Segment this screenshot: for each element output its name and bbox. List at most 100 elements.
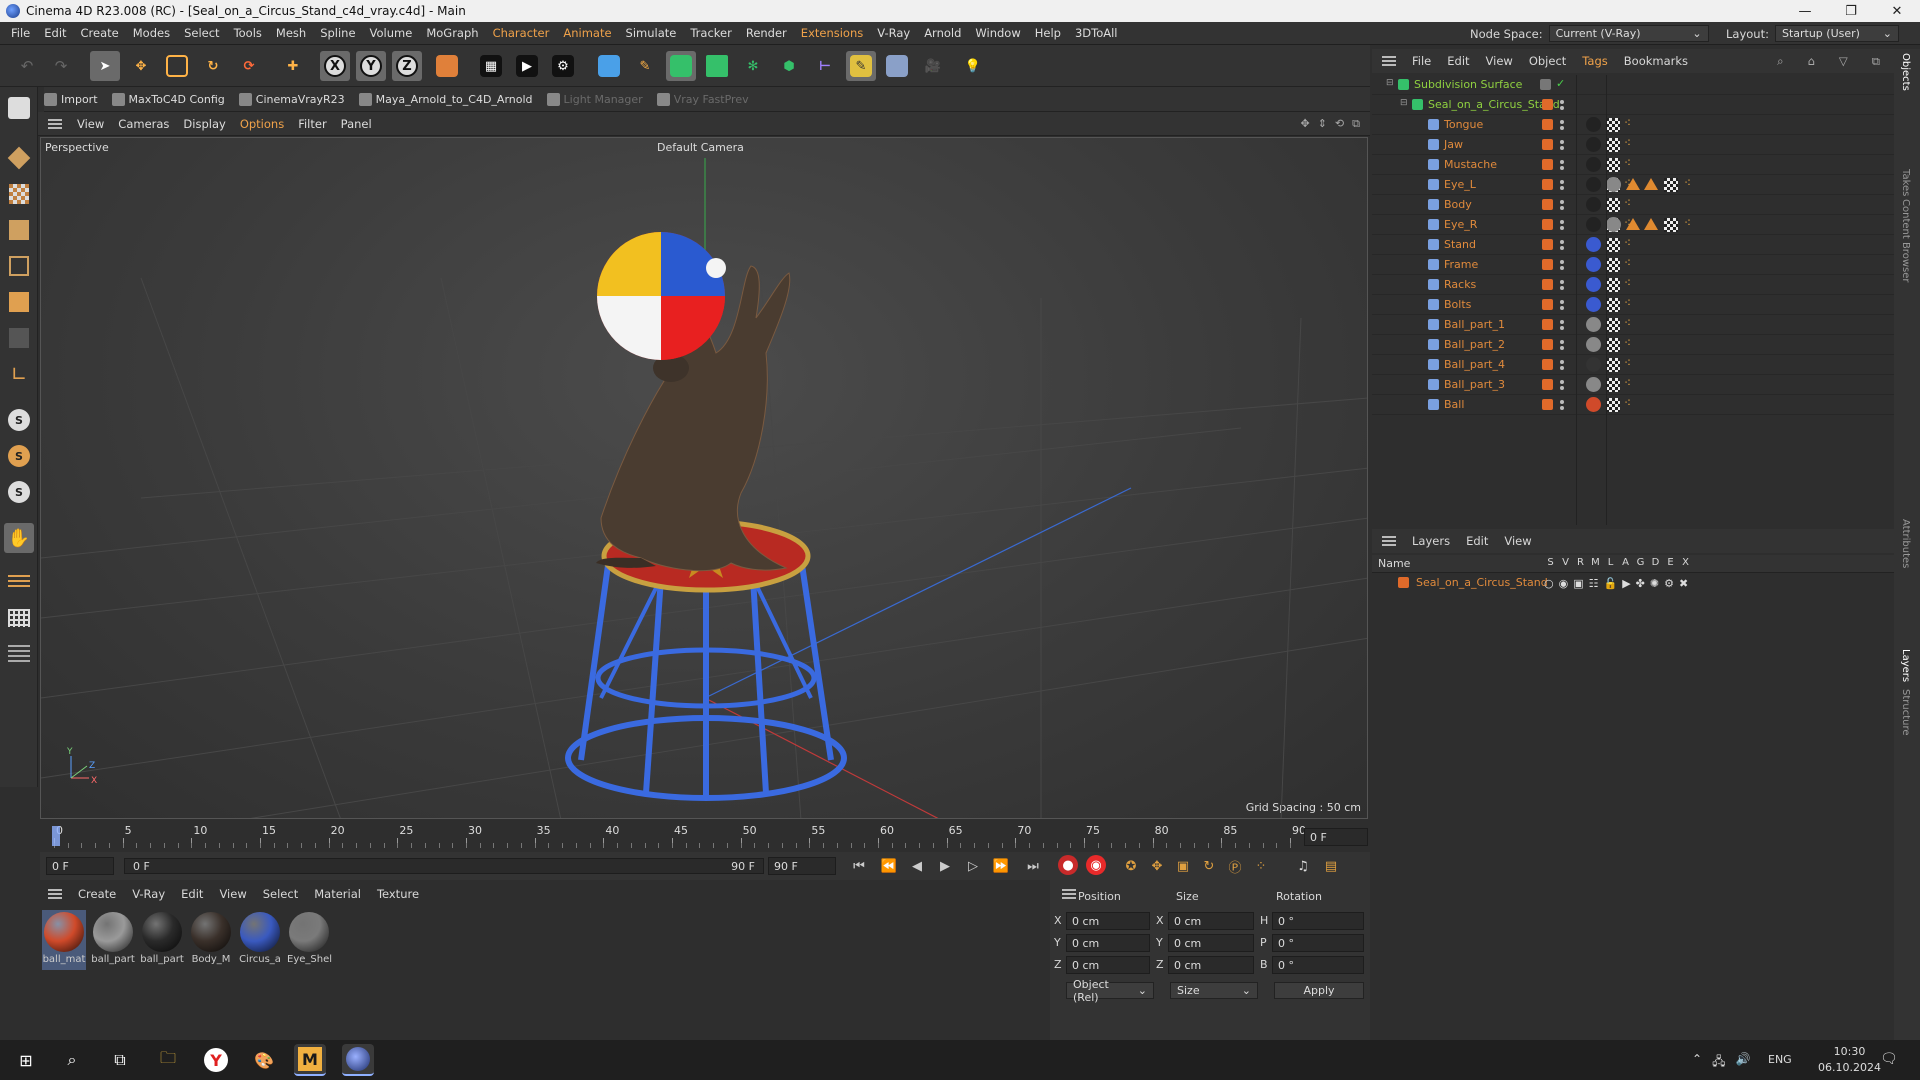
material-tag-icon[interactable] — [1586, 357, 1601, 372]
new-window-icon[interactable]: ⧉ — [1864, 54, 1888, 69]
object-row[interactable]: Stand ⁖ — [1372, 235, 1894, 255]
material-tag-icon[interactable] — [1586, 137, 1601, 152]
expand-toggle-icon[interactable]: ⊟ — [1386, 78, 1394, 88]
plugin-maya-arnold-to-c4d-arnold[interactable]: Maya_Arnold_to_C4D_Arnold — [358, 92, 533, 106]
orbit-icon[interactable]: ⟲ — [1335, 117, 1344, 131]
undo-icon[interactable]: ↶ — [12, 51, 42, 81]
viewport-menu-cameras[interactable]: Cameras — [111, 117, 176, 131]
editor-visibility-dot[interactable] — [1560, 200, 1564, 204]
layer-color-icon[interactable] — [1542, 279, 1553, 290]
z-axis-lock-icon[interactable]: Z — [392, 51, 422, 81]
editor-visibility-dot[interactable] — [1560, 220, 1564, 224]
phong-tag-icon[interactable]: ⁖ — [1624, 136, 1631, 150]
lock-workplane-icon[interactable] — [4, 639, 34, 669]
workplane-icon[interactable] — [4, 567, 34, 597]
phong-tag-icon[interactable]: ⁖ — [1624, 296, 1631, 310]
material-menu-view[interactable]: View — [211, 887, 254, 901]
generator-icon[interactable]: ✤ — [1636, 577, 1645, 590]
spline-pen-icon[interactable]: ✎ — [846, 51, 876, 81]
object-name[interactable]: Ball_part_4 — [1444, 358, 1505, 371]
next-frame-icon[interactable]: ▷ — [962, 855, 984, 877]
layer-color-icon[interactable] — [1542, 179, 1553, 190]
maya-icon[interactable]: M — [294, 1044, 326, 1076]
object-row[interactable]: Jaw ⁖ — [1372, 135, 1894, 155]
layer-column-header[interactable]: M — [1588, 557, 1603, 568]
object-name[interactable]: Tongue — [1444, 118, 1483, 131]
viewport-menu-icon[interactable] — [48, 118, 62, 129]
phong-tag-icon[interactable]: ⁖ — [1624, 336, 1631, 350]
layer-color-icon[interactable] — [1542, 299, 1553, 310]
key-param-icon[interactable]: Ⓟ — [1224, 855, 1246, 877]
render-settings-icon[interactable]: ⚙ — [548, 51, 578, 81]
manager-icon[interactable]: ☷ — [1589, 577, 1599, 590]
menu-file[interactable]: File — [4, 26, 37, 40]
pan-icon[interactable]: ✥ — [1300, 117, 1309, 131]
previous-frame-icon[interactable]: ◀ — [906, 855, 928, 877]
render-icon[interactable]: ▣ — [1573, 577, 1583, 590]
edges-mode-icon[interactable] — [4, 251, 34, 281]
node-space-selector[interactable]: Node Space: Current (V-Ray) ⌄ — [1470, 25, 1709, 42]
render-visibility-dot[interactable] — [1560, 346, 1564, 350]
viewport-menu-display[interactable]: Display — [176, 117, 232, 131]
render-visibility-dot[interactable] — [1560, 126, 1564, 130]
auto-keying-icon[interactable]: ◉ — [1086, 855, 1106, 875]
extrude-icon[interactable] — [702, 51, 732, 81]
uvw-tag-icon[interactable] — [1606, 398, 1620, 412]
side-tab-structure[interactable]: Structure — [1900, 689, 1911, 736]
material-swatch[interactable]: Circus_a — [238, 910, 282, 970]
uvw-tag-icon[interactable] — [1664, 218, 1678, 232]
editor-visibility-dot[interactable] — [1560, 180, 1564, 184]
object-name[interactable]: Eye_R — [1444, 218, 1477, 231]
side-tab-content-browser[interactable]: Content Browser — [1900, 199, 1911, 282]
object-name[interactable]: Body — [1444, 198, 1472, 211]
layer-column-header[interactable]: A — [1618, 557, 1633, 568]
plugin-import[interactable]: Import — [44, 92, 98, 106]
search-icon[interactable]: ⌕ — [56, 1044, 88, 1076]
rotate-tool-icon[interactable]: ↻ — [198, 51, 228, 81]
uvw-tag-icon[interactable] — [1606, 298, 1620, 312]
object-name[interactable]: Bolts — [1444, 298, 1471, 311]
menu-tools[interactable]: Tools — [227, 26, 269, 40]
render-view-icon[interactable]: ▶ — [512, 51, 542, 81]
object-menu-edit[interactable]: Edit — [1439, 54, 1477, 68]
solo-icon[interactable]: ○ — [1544, 577, 1554, 590]
menu-arnold[interactable]: Arnold — [917, 26, 968, 40]
timeline-ruler[interactable]: 051015202530354045505560657075808590 0 F — [40, 822, 1370, 852]
object-row[interactable]: Bolts ⁖ — [1372, 295, 1894, 315]
layer-menu-view[interactable]: View — [1496, 534, 1539, 548]
playhead[interactable] — [52, 826, 60, 846]
add-tool-icon[interactable]: ✚ — [278, 51, 308, 81]
key-rotation-icon[interactable]: ↻ — [1198, 855, 1220, 877]
layer-color-icon[interactable] — [1542, 159, 1553, 170]
selection-tag-icon[interactable] — [1644, 218, 1658, 230]
menu-modes[interactable]: Modes — [126, 26, 177, 40]
menu-edit[interactable]: Edit — [37, 26, 73, 40]
side-tab-takes[interactable]: Takes — [1900, 169, 1911, 196]
menu-spline[interactable]: Spline — [313, 26, 362, 40]
editor-visibility-dot[interactable] — [1560, 120, 1564, 124]
render-visibility-dot[interactable] — [1560, 246, 1564, 250]
layer-color-icon[interactable] — [1542, 399, 1553, 410]
render-visibility-dot[interactable] — [1560, 206, 1564, 210]
redo-icon[interactable]: ↷ — [46, 51, 76, 81]
object-name[interactable]: Ball_part_3 — [1444, 378, 1505, 391]
rotation-field[interactable]: 0 ° — [1272, 912, 1364, 930]
object-name[interactable]: Racks — [1444, 278, 1476, 291]
lock-icon[interactable]: 🔓 — [1604, 577, 1618, 590]
make-editable-icon[interactable] — [4, 93, 34, 123]
texture-mode-icon[interactable] — [4, 179, 34, 209]
layer-row[interactable]: Seal_on_a_Circus_Stand ○ ◉ ▣ ☷ 🔓 ▶ ✤ ✺ ⚙ ✖ — [1372, 574, 1894, 592]
notifications-icon[interactable]: 🗨 — [1880, 1051, 1898, 1067]
render-visibility-dot[interactable] — [1560, 106, 1564, 110]
plugin-light-manager[interactable]: Light Manager — [546, 92, 643, 106]
render-visibility-dot[interactable] — [1560, 286, 1564, 290]
task-view-icon[interactable]: ⧉ — [104, 1044, 136, 1076]
go-to-end-icon[interactable]: ⏭ — [1022, 855, 1044, 877]
render-visibility-dot[interactable] — [1560, 306, 1564, 310]
object-name[interactable]: Jaw — [1444, 138, 1463, 151]
material-menu-v-ray[interactable]: V-Ray — [124, 887, 173, 901]
layer-column-header[interactable]: L — [1603, 557, 1618, 568]
node-space-dropdown[interactable]: Current (V-Ray) ⌄ — [1548, 25, 1709, 42]
layer-column-header[interactable]: G — [1633, 557, 1648, 568]
layer-column-header[interactable]: X — [1678, 557, 1693, 568]
